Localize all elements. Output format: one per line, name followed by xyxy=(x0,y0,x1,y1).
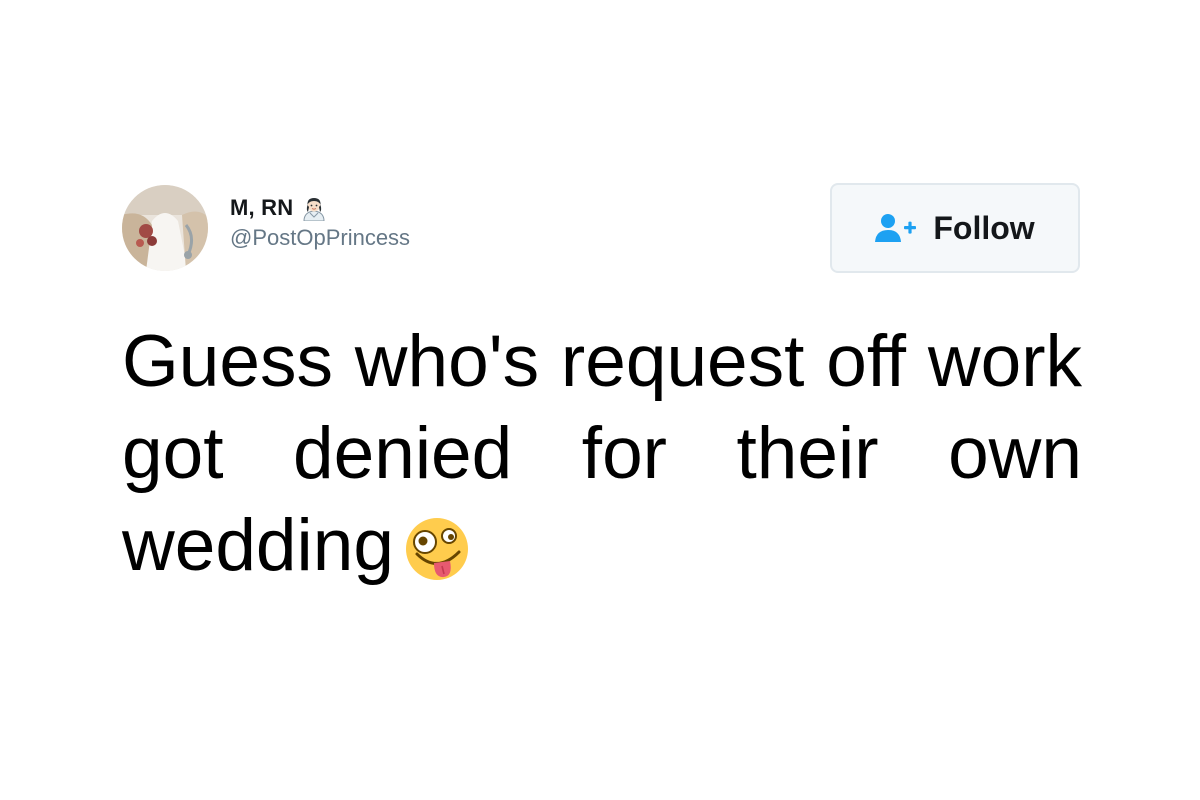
user-handle: @PostOpPrincess xyxy=(230,225,411,250)
zany-face-emoji-icon xyxy=(404,512,470,580)
avatar[interactable] xyxy=(122,185,208,271)
follow-button-label: Follow xyxy=(933,209,1035,246)
avatar-image xyxy=(122,185,208,271)
display-name: M, RN xyxy=(230,195,294,220)
follow-button[interactable]: Follow xyxy=(830,183,1080,273)
add-user-icon xyxy=(875,213,919,243)
health-worker-woman-emoji-icon xyxy=(301,195,327,222)
tweet-text: Guess who's request off work got denied … xyxy=(122,316,1082,592)
user-info[interactable]: M, RN @PostOpPrincess xyxy=(230,193,410,251)
tweet-header: M, RN @PostOpPrincess Follow xyxy=(122,183,1082,275)
display-name-row: M, RN xyxy=(230,193,410,223)
tweet-card: M, RN @PostOpPrincess Follow Guess who's… xyxy=(122,183,1082,586)
tweet-text-content: Guess who's request off work got denied … xyxy=(122,321,1082,586)
